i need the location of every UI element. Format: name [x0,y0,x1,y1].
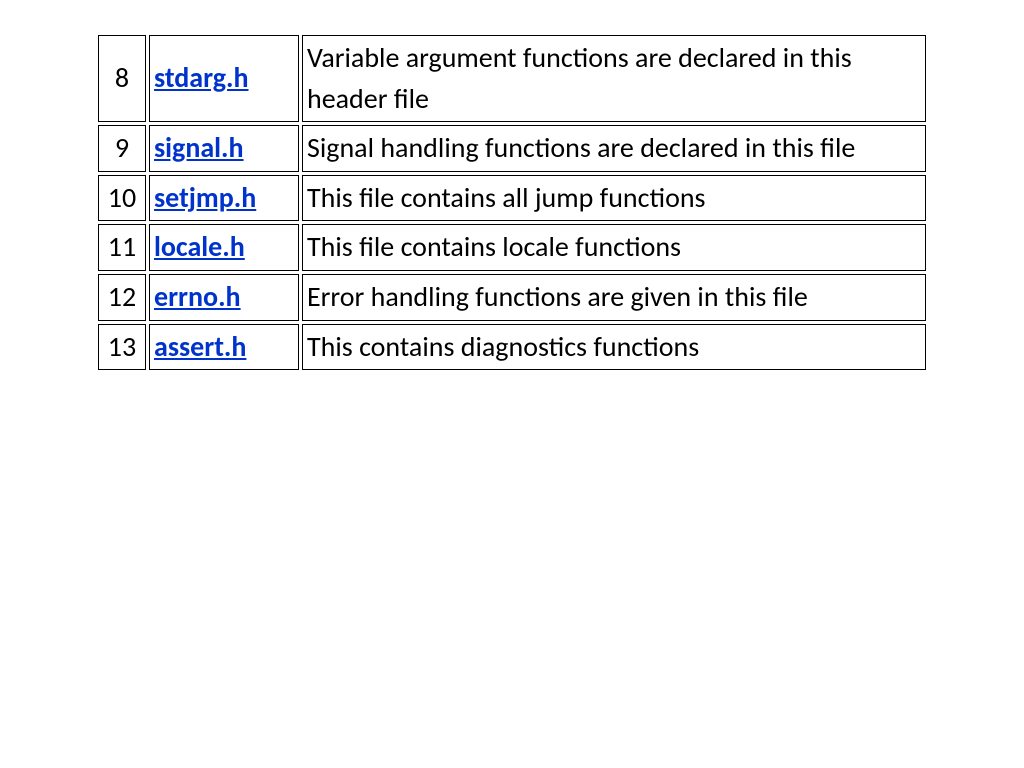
header-link[interactable]: stdarg.h [154,60,249,95]
row-number: 12 [98,274,146,321]
table-row: 10 setjmp.h This file contains all jump … [98,175,926,222]
row-number: 11 [98,224,146,271]
header-desc: This contains diagnostics functions [302,324,926,371]
table-row: 8 stdarg.h Variable argument functions a… [98,35,926,122]
row-number: 13 [98,324,146,371]
row-number: 8 [98,35,146,122]
table-row: 11 locale.h This file contains locale fu… [98,224,926,271]
table-row: 13 assert.h This contains diagnostics fu… [98,324,926,371]
header-link[interactable]: signal.h [154,130,244,165]
header-link[interactable]: setjmp.h [154,180,256,215]
header-name: assert.h [149,324,299,371]
header-desc: This file contains all jump functions [302,175,926,222]
header-name: setjmp.h [149,175,299,222]
table-row: 9 signal.h Signal handling functions are… [98,125,926,172]
header-link[interactable]: locale.h [154,229,245,264]
header-name: signal.h [149,125,299,172]
header-files-table: 8 stdarg.h Variable argument functions a… [95,32,929,373]
table-row: 12 errno.h Error handling functions are … [98,274,926,321]
header-desc: Variable argument functions are declared… [302,35,926,122]
header-desc: Signal handling functions are declared i… [302,125,926,172]
header-name: locale.h [149,224,299,271]
header-desc: This file contains locale functions [302,224,926,271]
header-desc: Error handling functions are given in th… [302,274,926,321]
header-link[interactable]: errno.h [154,279,241,314]
row-number: 9 [98,125,146,172]
header-link[interactable]: assert.h [154,329,246,364]
header-name: stdarg.h [149,35,299,122]
header-name: errno.h [149,274,299,321]
row-number: 10 [98,175,146,222]
